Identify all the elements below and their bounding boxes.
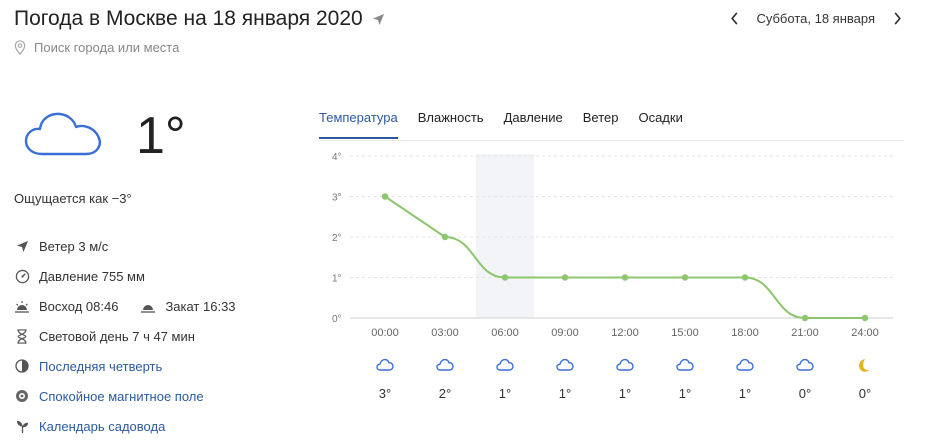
data-point [441,233,449,241]
hourly-temp: 1° [678,386,692,401]
chart-tabs: Температура Влажность Давление Ветер Оса… [319,110,703,139]
moon-icon [856,358,876,374]
cloud-icon [616,358,636,374]
temperature-line [384,195,865,319]
gauge-icon [14,268,30,284]
hourly-temp: 3° [378,386,392,401]
hourly-temp: 0° [798,386,812,401]
moon-phase-link[interactable]: Последняя четверть [39,359,162,374]
data-point [801,314,809,322]
highlight-band [476,154,534,318]
x-tick-label: 03:00 [431,327,459,339]
data-point [741,274,749,281]
x-tick-label: 21:00 [791,327,819,339]
pressure-row: Давление 755 мм [14,261,236,291]
x-tick-label: 15:00 [671,327,699,339]
wind-text: Ветер 3 м/с [39,238,109,254]
hourly-temp: 2° [438,386,452,401]
y-tick-label: 0° [332,314,342,325]
cloud-icon [676,358,696,374]
magnetic-field-link[interactable]: Спокойное магнитное поле [39,389,204,404]
data-point [561,274,569,281]
hourly-temp: 1° [738,386,752,401]
cloud-icon [556,358,576,374]
tab-wind[interactable]: Ветер [583,110,619,139]
wind-direction-icon [14,238,30,254]
cloud-icon [796,358,816,374]
date-navigation: Суббота, 18 января [726,10,905,26]
cloud-icon [376,358,396,374]
daylight-text: Световой день 7 ч 47 мин [39,328,195,344]
y-tick-label: 4° [332,152,342,163]
x-tick-label: 12:00 [611,327,639,339]
date-label[interactable]: Суббота, 18 января [756,11,875,26]
y-tick-label: 2° [332,233,342,244]
x-tick-label: 09:00 [551,327,579,339]
hourly-temp: 1° [558,386,572,401]
data-point [681,274,689,281]
data-point [861,314,869,322]
tab-temperature[interactable]: Температура [319,110,398,139]
cloud-icon [24,110,104,163]
x-tick-label: 00:00 [371,327,399,339]
weather-details: Ветер 3 м/с Давление 755 мм Восход 08:46… [14,231,236,441]
cloud-icon [496,358,516,374]
feels-like: Ощущается как −3° [14,191,132,206]
sunset-text: Закат 16:33 [165,298,236,314]
hourly-temp: 1° [618,386,632,401]
location-arrow-icon[interactable] [372,13,385,26]
data-point [381,193,389,200]
x-tick-label: 24:00 [851,327,879,339]
garden-calendar-link[interactable]: Календарь садовода [39,419,165,434]
tab-humidity[interactable]: Влажность [418,110,484,139]
chevron-right-icon[interactable] [889,10,905,26]
search-input[interactable] [34,40,234,55]
sunrise-icon [14,298,30,314]
chevron-left-icon[interactable] [726,10,742,26]
y-tick-label: 1° [332,274,342,285]
sun-row: Восход 08:46 Закат 16:33 [14,291,236,321]
tab-pressure[interactable]: Давление [504,110,563,139]
tab-precipitation[interactable]: Осадки [638,110,682,139]
x-tick-label: 06:00 [491,327,519,339]
cloud-icon [736,358,756,374]
tabs-divider [319,140,904,141]
cloud-icon [436,358,456,374]
hourglass-icon [14,328,30,344]
magnetic-row: Спокойное магнитное поле [14,381,236,411]
moon-row: Последняя четверть [14,351,236,381]
x-tick-label: 18:00 [731,327,759,339]
search-bar [14,40,234,55]
sunset-icon [140,298,156,314]
page-title: Погода в Москве на 18 января 2020 [14,7,385,31]
hourly-temp: 1° [498,386,512,401]
current-temperature: 1° [136,107,186,165]
daylight-row: Световой день 7 ч 47 мин [14,321,236,351]
moon-phase-icon [14,358,30,374]
pressure-text: Давление 755 мм [39,268,145,284]
plant-icon [14,418,30,434]
y-tick-label: 3° [332,193,342,204]
hourly-temp: 0° [858,386,872,401]
data-point [501,274,509,281]
temperature-chart: 0° 1° 2° 3° 4° 00:00 03:00 06:00 09:00 12:00 15:00… [332,152,893,339]
magnetic-field-icon [14,388,30,404]
sunrise-text: Восход 08:46 [39,298,119,314]
page-title-text: Погода в Москве на 18 января 2020 [14,7,363,30]
wind-row: Ветер 3 м/с [14,231,236,261]
garden-row: Календарь садовода [14,411,236,441]
data-point [621,274,629,281]
map-pin-icon [14,40,26,55]
